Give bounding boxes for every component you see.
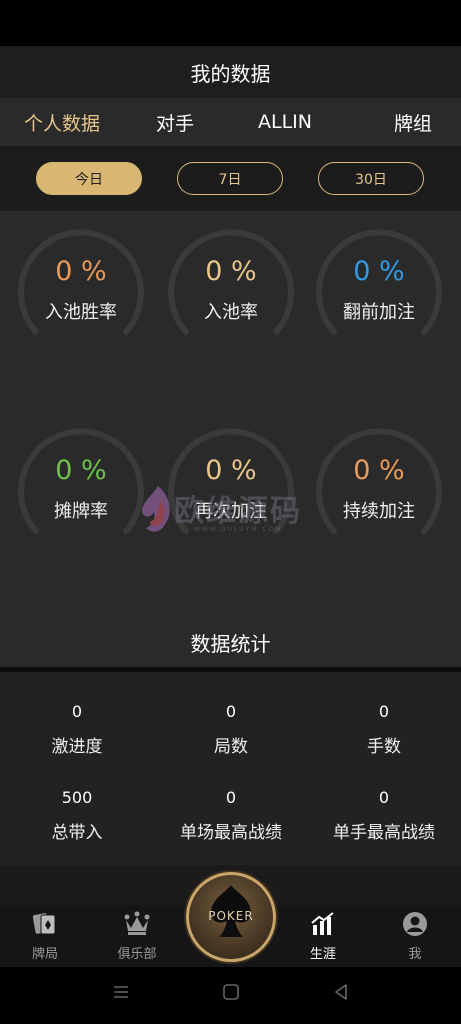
gauge-cbet: 0 % 持续加注 xyxy=(314,421,444,551)
gauge-value: 0 % xyxy=(353,455,405,486)
gauge-label: 再次加注 xyxy=(195,501,267,522)
gauge-label: 摊牌率 xyxy=(54,501,108,522)
stat-value: 0 xyxy=(225,788,237,807)
nav-games[interactable]: 牌局 xyxy=(10,911,80,962)
gauge-label: 持续加注 xyxy=(343,501,415,522)
gauge-ring xyxy=(18,428,144,534)
gauge-value: 0 % xyxy=(55,256,107,287)
poker-label: POKER xyxy=(208,909,254,923)
gauge-ring xyxy=(316,428,442,534)
nav-label: 牌局 xyxy=(31,947,58,962)
home-icon[interactable] xyxy=(222,983,240,1005)
stat-sessions: 0 局数 xyxy=(154,702,308,757)
stat-label: 局数 xyxy=(214,737,248,757)
gauge-label: 入池胜率 xyxy=(45,302,117,323)
nav-label: 俱乐部 xyxy=(117,947,157,962)
gauge-value: 0 % xyxy=(353,256,405,287)
gauge-showdown-rate: 0 % 摊牌率 xyxy=(16,421,146,551)
gauge-vpip: 0 % 入池率 xyxy=(166,222,296,352)
stats-gauges: 0 % 入池胜率 0 % 入池率 0 % 翻前加注 0 % 摊牌率 0 % 再次… xyxy=(0,211,461,667)
period-30day-button[interactable]: 30日 xyxy=(318,162,424,195)
gauge-ring xyxy=(168,229,294,335)
stat-best-hand: 0 单手最高战绩 xyxy=(307,788,461,843)
gauge-ring xyxy=(316,229,442,335)
gauge-value: 0 % xyxy=(205,256,257,287)
stat-best-session: 0 单场最高战绩 xyxy=(154,788,308,843)
gauge-3bet: 0 % 再次加注 xyxy=(166,421,296,551)
gauge-ring xyxy=(18,229,144,335)
stat-label: 手数 xyxy=(367,737,401,757)
menu-icon[interactable] xyxy=(112,983,130,1005)
stat-label: 单场最高战绩 xyxy=(180,823,282,843)
nav-me[interactable]: 我 xyxy=(380,911,450,962)
top-tabs: 个人数据 对手 ALLIN 牌组 xyxy=(0,98,461,146)
stat-label: 单手最高战绩 xyxy=(333,823,435,843)
stat-value: 0 xyxy=(378,788,390,807)
period-today-button[interactable]: 今日 xyxy=(36,162,142,195)
gauge-label: 入池率 xyxy=(204,302,258,323)
stat-value: 500 xyxy=(61,788,93,807)
summary-grid: 0 激进度 0 局数 0 手数 500 总带入 0 单场最高战绩 0 单手最高战… xyxy=(0,672,461,865)
chart-icon xyxy=(311,912,334,935)
stat-aggression: 0 激进度 xyxy=(0,702,154,757)
gauge-value: 0 % xyxy=(205,455,257,486)
tab-opponents[interactable]: 对手 xyxy=(156,109,194,136)
gauge-ring xyxy=(168,428,294,534)
user-icon xyxy=(403,912,427,936)
gauge-pfr: 0 % 翻前加注 xyxy=(314,222,444,352)
nav-label: 生涯 xyxy=(309,947,336,962)
status-bar xyxy=(0,0,461,46)
nav-label: 我 xyxy=(408,947,422,962)
tab-deck[interactable]: 牌组 xyxy=(394,109,432,136)
stat-value: 0 xyxy=(378,702,390,721)
stat-value: 0 xyxy=(71,702,83,721)
back-icon[interactable] xyxy=(332,983,350,1005)
poker-center-button[interactable]: POKER xyxy=(186,872,276,962)
summary-title: 数据统计 xyxy=(190,632,271,656)
tab-allin[interactable]: ALLIN xyxy=(258,111,312,133)
tab-personal-data[interactable]: 个人数据 xyxy=(24,109,100,136)
gauge-vpip-win-rate: 0 % 入池胜率 xyxy=(16,222,146,352)
gauge-label: 翻前加注 xyxy=(343,302,415,323)
page-title-text: 我的数据 xyxy=(190,61,271,86)
cards-icon xyxy=(32,913,56,935)
nav-club[interactable]: 俱乐部 xyxy=(102,911,172,962)
stat-label: 总带入 xyxy=(51,823,103,843)
stat-label: 激进度 xyxy=(51,737,103,757)
stat-hands: 0 手数 xyxy=(307,702,461,757)
period-selector: 今日 7日 30日 xyxy=(0,146,461,211)
page-title: 我的数据 xyxy=(0,46,461,98)
crown-icon xyxy=(124,911,150,935)
gauge-value: 0 % xyxy=(55,455,107,486)
stat-value: 0 xyxy=(225,702,237,721)
stat-total-buyin: 500 总带入 xyxy=(0,788,154,843)
nav-career[interactable]: 生涯 xyxy=(288,911,358,962)
period-7day-button[interactable]: 7日 xyxy=(177,162,283,195)
system-nav-bar xyxy=(0,967,461,1024)
